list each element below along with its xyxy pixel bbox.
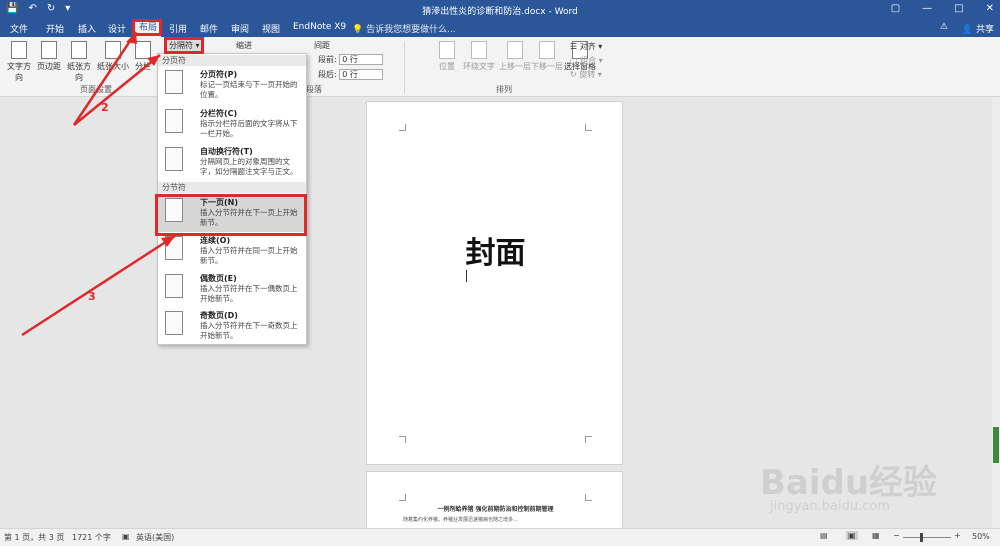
step-2-label: 2 (101, 101, 109, 114)
zoom-in-icon[interactable]: + (954, 531, 961, 540)
zoom-level[interactable]: 50% (972, 532, 990, 541)
arrowhead-icon (161, 236, 175, 247)
page-count[interactable]: 第 1 页，共 3 页 (4, 532, 64, 543)
web-layout-icon[interactable]: ▦ (872, 531, 880, 540)
arrow-to-breaks (73, 54, 161, 126)
arrow-to-next-page (21, 234, 176, 337)
word-count[interactable]: 1721 个字 (72, 532, 111, 543)
zoom-slider[interactable] (903, 537, 951, 538)
zoom-slider-thumb[interactable] (920, 533, 923, 542)
read-mode-icon[interactable]: ▤ (820, 531, 828, 540)
arrowhead-icon (126, 32, 137, 44)
proofing-icon[interactable]: ▣ (122, 532, 130, 541)
print-layout-icon[interactable]: ▣ (846, 531, 858, 540)
zoom-out-icon[interactable]: − (893, 531, 900, 540)
language[interactable]: 英语(美国) (136, 532, 174, 543)
status-bar: 第 1 页，共 3 页 1721 个字 ▣ 英语(美国) ▤ ▣ ▦ − + 5… (0, 528, 1000, 546)
step-3-label: 3 (88, 290, 96, 303)
annotation-arrows (21, 31, 176, 337)
